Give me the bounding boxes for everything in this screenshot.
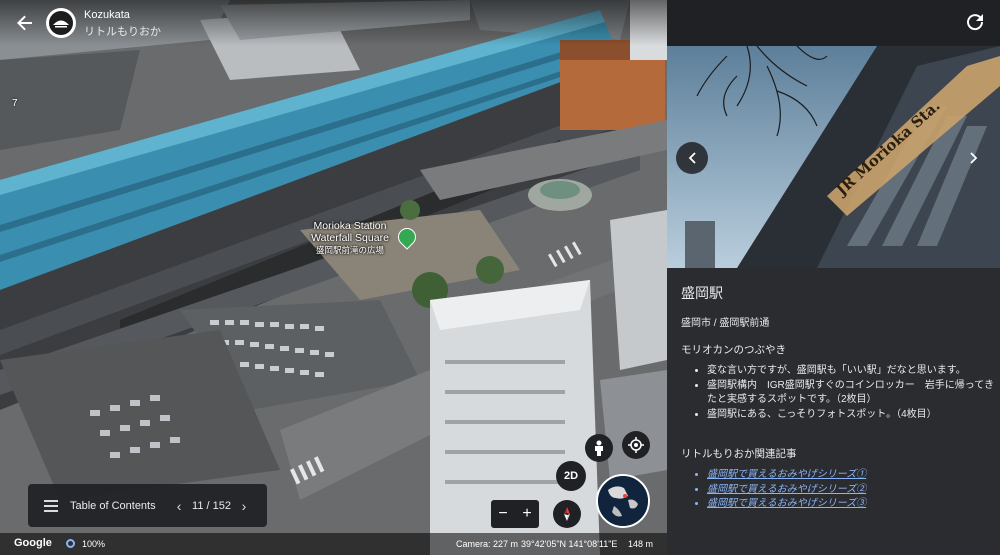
poi-label-jp: 盛岡駅前滝の広場 xyxy=(315,245,384,255)
loading-indicator-icon xyxy=(66,539,75,548)
toc-label[interactable]: Table of Contents xyxy=(70,500,170,512)
list-item: 変な言い方ですが、盛岡駅も「いい駅」だなと思います。 xyxy=(707,364,999,379)
map-status-bar: Google 100% Camera: 227 m 39°42'05"N 141… xyxy=(0,533,667,555)
pegman-icon[interactable] xyxy=(585,434,613,462)
list-item: 盛岡駅構内 IGR盛岡駅すぐのコインロッカー 岩手に帰ってきたと実感するスポット… xyxy=(707,379,999,408)
my-location-icon[interactable] xyxy=(622,431,650,459)
photo-next-button[interactable] xyxy=(958,142,990,174)
list-icon[interactable] xyxy=(44,499,58,512)
view-mode-2d-button[interactable]: 2D xyxy=(556,461,586,491)
section-heading-tweets: モリオカンのつぶやき xyxy=(681,344,786,356)
refresh-icon[interactable] xyxy=(966,13,984,31)
camera-altitude: Camera: 227 m xyxy=(456,539,519,549)
related-link[interactable]: 盛岡駅で買えるおみやげシリーズ① xyxy=(707,469,866,480)
section-heading-related: リトルもりおか関連記事 xyxy=(681,448,797,460)
poi-label-en-2: Waterfall Square xyxy=(311,232,389,244)
loading-percent: 100% xyxy=(82,539,106,549)
table-of-contents-bar[interactable]: Table of Contents ‹ 11 / 152 › xyxy=(28,484,267,527)
back-arrow-icon[interactable] xyxy=(12,10,38,36)
google-logo: Google xyxy=(14,537,52,549)
chevron-left-icon[interactable]: ‹ xyxy=(170,496,188,516)
place-photo[interactable]: JR Morioka Sta. xyxy=(667,46,1000,268)
map-edge-label: 7 xyxy=(12,98,18,109)
zoom-out-button[interactable]: − xyxy=(491,500,515,528)
compass-icon[interactable] xyxy=(553,500,581,528)
related-link[interactable]: 盛岡駅で買えるおみやげシリーズ② xyxy=(707,484,866,495)
list-item: 盛岡駅にある、こっそりフォトスポット。（4枚目） xyxy=(707,408,999,423)
scale-readout[interactable]: 148 m xyxy=(628,539,653,549)
related-link[interactable]: 盛岡駅で買えるおみやげシリーズ③ xyxy=(707,498,866,509)
toc-count: 11 / 152 xyxy=(192,499,231,512)
description-list: 変な言い方ですが、盛岡駅も「いい駅」だなと思います。 盛岡駅構内 IGR盛岡駅す… xyxy=(695,364,999,422)
panel-header xyxy=(667,0,1000,46)
globe-minimap[interactable] xyxy=(596,474,650,528)
poi-label[interactable]: Morioka Station Waterfall Square 盛岡駅前滝の広… xyxy=(300,220,400,256)
project-name: Kozukata xyxy=(84,9,130,21)
map-top-bar: Kozukata リトルもりおか xyxy=(0,0,667,46)
place-address: 盛岡市 / 盛岡駅前通 xyxy=(681,318,770,329)
project-logo xyxy=(46,8,76,38)
project-subtitle: リトルもりおか xyxy=(84,26,161,38)
knowledge-card-panel: JR Morioka Sta. 盛岡駅 盛岡市 / 盛岡駅前通 モリオカンのつぶ… xyxy=(667,0,1000,555)
related-links-list: 盛岡駅で買えるおみやげシリーズ① 盛岡駅で買えるおみやげシリーズ② 盛岡駅で買え… xyxy=(695,468,999,512)
poi-label-en-1: Morioka Station xyxy=(313,220,387,232)
coordinates: 39°42'05"N 141°08'11"E xyxy=(521,539,618,549)
chevron-right-icon[interactable]: › xyxy=(235,496,253,516)
map-view[interactable]: Kozukata リトルもりおか 7 Morioka Station Water… xyxy=(0,0,667,555)
zoom-in-button[interactable]: + xyxy=(515,500,539,528)
zoom-controls: − + xyxy=(491,500,539,528)
place-title: 盛岡駅 xyxy=(681,285,723,301)
photo-prev-button[interactable] xyxy=(676,142,708,174)
